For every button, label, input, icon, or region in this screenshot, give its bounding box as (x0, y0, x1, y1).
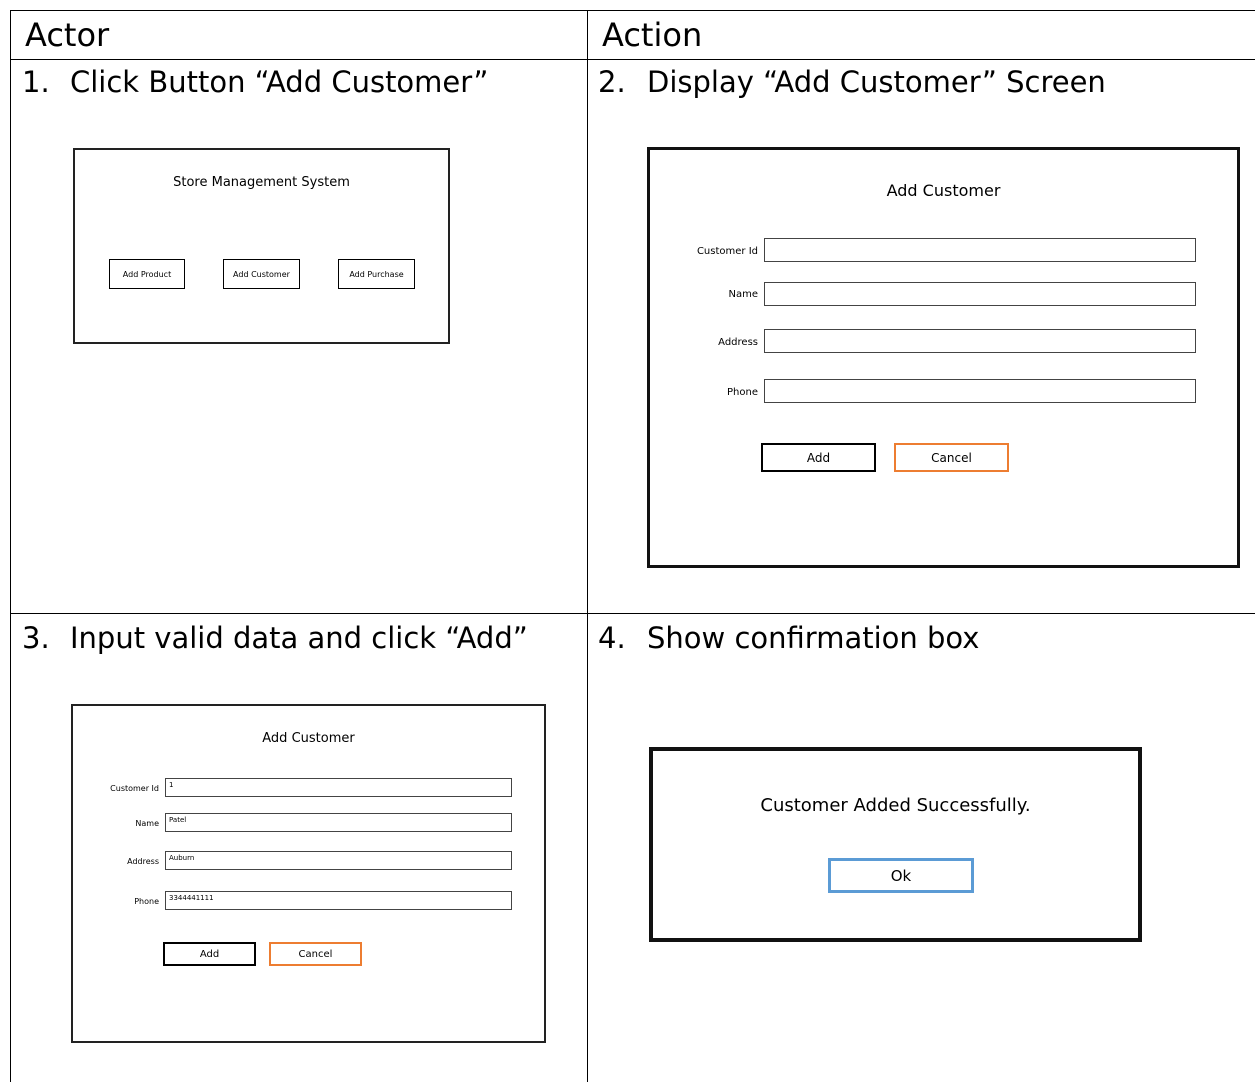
name-label: Name (135, 819, 159, 828)
confirmation-message: Customer Added Successfully. (760, 795, 1031, 816)
table-left-border (10, 10, 11, 1082)
form-title: Add Customer (886, 181, 1001, 200)
step-text: Display “Add Customer” Screen (647, 65, 1106, 99)
form-title: Add Customer (262, 731, 355, 746)
table-column-divider (587, 10, 588, 1082)
table-header-divider (10, 59, 1255, 60)
step-number: 1. (22, 65, 50, 99)
add-customer-button[interactable]: Add Customer (223, 259, 300, 289)
step-number: 2. (598, 65, 626, 99)
mock-add-customer-filled: Add Customer Customer Id 1 Name Patel Ad… (71, 704, 546, 1043)
name-label: Name (728, 289, 758, 300)
mock-add-customer-empty: Add Customer Customer Id Name Address Ph… (647, 147, 1240, 568)
customer-id-field[interactable]: 1 (165, 778, 512, 797)
address-field[interactable] (764, 329, 1196, 353)
mock-main-window: Store Management System Add Product Add … (73, 148, 450, 344)
add-product-button[interactable]: Add Product (109, 259, 185, 289)
step-number: 4. (598, 621, 626, 655)
name-field[interactable]: Patel (165, 813, 512, 832)
phone-label: Phone (134, 897, 159, 906)
address-label: Address (718, 337, 758, 348)
name-field[interactable] (764, 282, 1196, 306)
step-4: 4. Show confirmation box (598, 620, 979, 656)
mock-confirmation-box: Customer Added Successfully. Ok (649, 747, 1142, 942)
ok-button[interactable]: Ok (828, 858, 974, 893)
header-actor: Actor (25, 16, 110, 54)
step-2: 2. Display “Add Customer” Screen (598, 64, 1106, 100)
mock-main-title: Store Management System (173, 175, 350, 190)
step-number: 3. (22, 621, 50, 655)
customer-id-field[interactable] (764, 238, 1196, 262)
step-text: Show confirmation box (647, 621, 980, 655)
step-3: 3. Input valid data and click “Add” (22, 620, 528, 656)
add-button[interactable]: Add (761, 443, 876, 472)
step-1: 1. Click Button “Add Customer” (22, 64, 488, 100)
header-action: Action (602, 16, 703, 54)
address-field[interactable]: Auburn (165, 851, 512, 870)
add-button[interactable]: Add (163, 942, 256, 966)
phone-label: Phone (727, 387, 758, 398)
customer-id-label: Customer Id (696, 246, 758, 257)
cancel-button[interactable]: Cancel (894, 443, 1009, 472)
address-label: Address (127, 857, 159, 866)
phone-field[interactable] (764, 379, 1196, 403)
step-text: Click Button “Add Customer” (70, 65, 489, 99)
table-top-border (10, 10, 1255, 11)
table-row-divider (10, 613, 1255, 614)
step-text: Input valid data and click “Add” (70, 621, 528, 655)
add-purchase-button[interactable]: Add Purchase (338, 259, 415, 289)
customer-id-label: Customer Id (110, 784, 159, 793)
phone-field[interactable]: 3344441111 (165, 891, 512, 910)
cancel-button[interactable]: Cancel (269, 942, 362, 966)
